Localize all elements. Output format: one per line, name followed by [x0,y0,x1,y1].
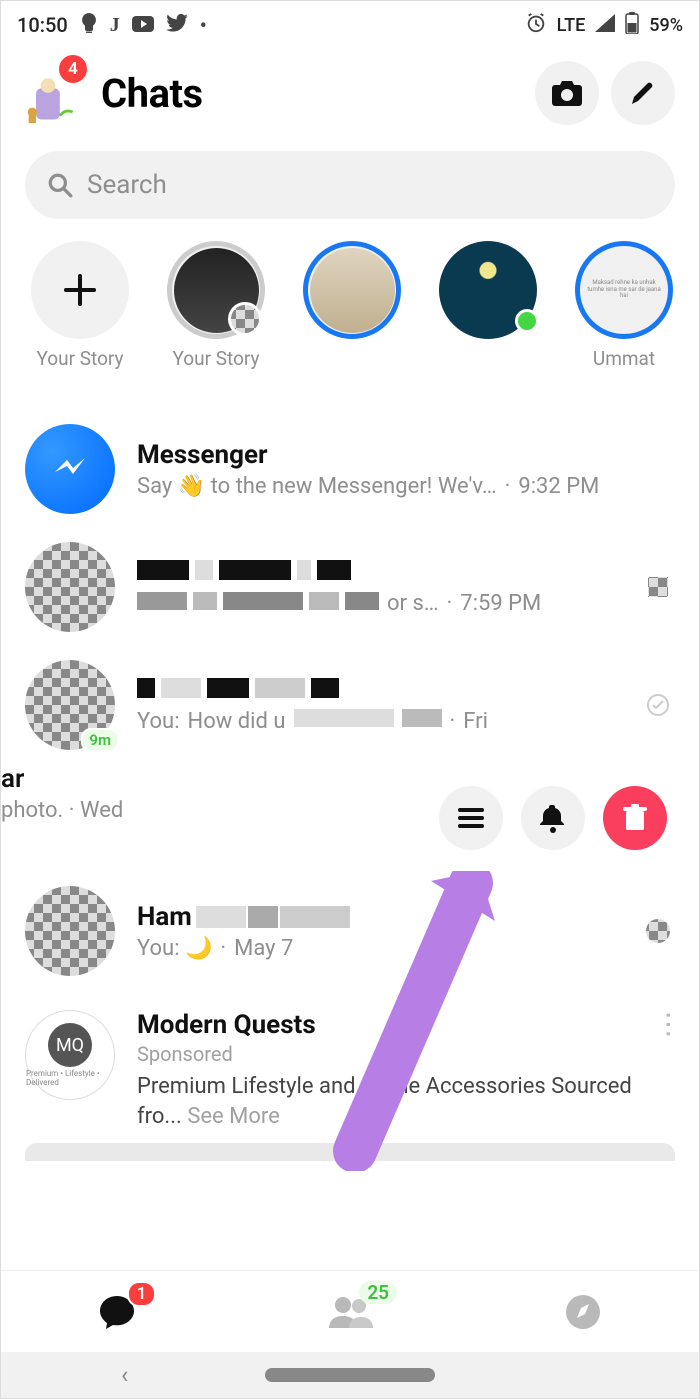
j-icon: J [110,14,120,37]
chat-time: Fri [463,709,488,734]
bell-icon [540,803,566,833]
search-input[interactable]: Search [25,151,675,219]
nav-discover[interactable] [466,1271,699,1352]
chat-you-prefix: You: [137,709,180,734]
chat-item[interactable]: 9m You: How did u · Fri [1,646,699,764]
battery-icon [625,12,639,39]
status-bar: 10:50 J • LTE 59% [1,1,699,49]
trash-icon [622,804,648,832]
avatar [25,886,115,976]
see-more-link[interactable]: See More [187,1104,280,1129]
nav-badge: 1 [127,1281,157,1307]
avatar [25,424,115,514]
system-nav: ‹ [1,1352,699,1398]
sponsored-body: Premium Lifestyle and Home Accessories S… [137,1072,675,1131]
story-item[interactable] [421,241,555,370]
swipe-delete-button[interactable] [603,786,667,850]
chat-preview: How did u [188,709,286,734]
chat-item-messenger[interactable]: Messenger Say 👋 to the new Messenger! We… [1,410,699,528]
swiped-sub: photo. · Wed [1,798,123,823]
story-item[interactable] [285,241,419,370]
chat-preview-suffix: or s… [387,591,439,616]
chat-preview: Say 👋 to the new Messenger! We'v… [137,474,497,499]
story-label: Ummat [557,347,691,370]
chat-time: 7:59 PM [460,591,541,616]
sponsored-cards[interactable] [1,1143,699,1161]
swipe-mute-button[interactable] [521,786,585,850]
chat-item[interactable]: or s… · 7:59 PM [1,528,699,646]
status-icon-wrap [641,693,675,717]
chat-item-sponsored[interactable]: MQ Premium • Lifestyle • Delivered Moder… [1,990,699,1139]
chat-name: Messenger [137,440,675,470]
alarm-icon [525,12,547,39]
plus-icon [62,272,98,308]
mq-logo-sub: Premium • Lifestyle • Delivered [26,1069,114,1087]
nav-badge: 25 [359,1281,397,1304]
status-left: 10:50 J • [17,12,207,39]
compass-icon [564,1293,602,1331]
status-network: LTE [557,15,586,36]
dot-icon: • [200,13,207,37]
swipe-more-button[interactable] [439,786,503,850]
story-item[interactable]: Your Story [149,241,283,370]
story-label: Your Story [13,347,147,370]
swipe-actions [439,786,667,850]
camera-button[interactable] [535,61,599,125]
chat-preview: You: 🌙 [137,936,212,961]
signal-icon [595,13,615,37]
chat-name: Modern Quests [137,1010,675,1040]
avatar [25,542,115,632]
status-icon-wrap [641,919,675,943]
story-item[interactable]: Maksad rehne ka unhak tumhe isna me sar … [557,241,691,370]
chat-name: Ham [137,902,192,932]
status-battery: 59% [649,15,683,36]
menu-icon [456,806,486,830]
search-placeholder: Search [87,170,167,200]
compose-button[interactable] [611,61,675,125]
profile-avatar[interactable] [25,61,89,125]
avatar: MQ Premium • Lifestyle • Delivered [25,1010,115,1100]
nav-pill[interactable] [265,1368,435,1382]
sponsored-tag: Sponsored [137,1042,675,1066]
bottom-nav: 1 25 [1,1270,699,1352]
nav-chats[interactable]: 1 [1,1271,234,1352]
story-add[interactable]: Your Story [13,241,147,370]
bulb-icon [80,12,98,39]
chat-item[interactable]: Ham You: 🌙 · May 7 [1,872,699,990]
stories-row[interactable]: Your Story Your Story Maksad rehne ka un… [1,229,699,374]
chat-name [137,677,641,699]
chat-item-swiped[interactable]: ar photo. · Wed [1,764,699,872]
search-icon [47,172,73,198]
mq-logo-text: MQ [48,1023,92,1067]
chat-name [137,559,641,581]
more-icon[interactable]: ⋯ [653,1011,686,1039]
chat-time: 9:32 PM [518,474,599,499]
status-time: 10:50 [17,13,68,37]
chat-list[interactable]: Messenger Say 👋 to the new Messenger! We… [1,374,699,1161]
status-icon-wrap [641,577,675,597]
twitter-icon [166,13,188,37]
story-label: Your Story [149,347,283,370]
header: Chats [1,49,699,141]
nav-back-icon[interactable]: ‹ [121,1361,128,1389]
activity-badge: 9m [81,728,119,752]
youtube-icon [132,13,154,37]
swiped-suffix: ar [1,764,24,794]
page-title: Chats [101,70,523,117]
nav-people[interactable]: 25 [234,1271,467,1352]
status-right: LTE 59% [525,12,683,39]
avatar: 9m [25,660,115,750]
chat-time: May 7 [234,936,293,961]
